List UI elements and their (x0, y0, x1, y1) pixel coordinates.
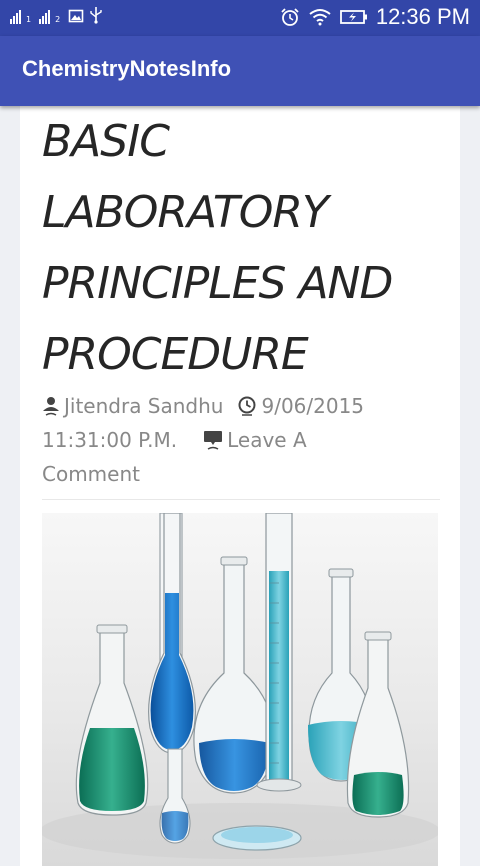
post-card: BASIC LABORATORY PRINCIPLES AND PROCEDUR… (20, 106, 460, 866)
app-title: ChemistryNotesInfo (22, 56, 232, 81)
sim-label: 1 (26, 15, 32, 24)
post-image[interactable] (42, 513, 438, 866)
signal-icon (39, 8, 51, 24)
image-icon (68, 9, 84, 23)
leave-comment-link[interactable]: Comment (42, 462, 140, 486)
title-line: PROCEDURE (42, 329, 309, 380)
status-right: 12:36 PM (280, 5, 470, 29)
app-bar: ChemistryNotesInfo (0, 36, 480, 106)
clock-icon (238, 396, 256, 416)
status-left: 1 2 (10, 6, 104, 24)
post-date: 9/06/2015 (261, 394, 365, 418)
title-line: LABORATORY (42, 187, 329, 238)
wifi-icon (309, 9, 331, 26)
alarm-icon (281, 8, 299, 26)
comment-icon (204, 431, 223, 450)
usb-icon (90, 7, 102, 24)
divider (42, 499, 440, 500)
author-link[interactable]: Jitendra Sandhu (64, 394, 223, 418)
title-line: PRINCIPLES AND (42, 258, 393, 309)
post-time: 11:31:00 P.M. (42, 428, 178, 452)
post-title[interactable]: BASIC LABORATORY PRINCIPLES AND PROCEDUR… (42, 106, 452, 390)
post-meta: Jitendra Sandhu 9/06/2015 11:31:00 P.M. Le… (42, 389, 442, 491)
lab-glassware-illustration (42, 513, 438, 866)
user-icon (43, 397, 59, 416)
sim-label: 2 (55, 15, 61, 24)
status-bar: 1 2 12:36 PM (0, 0, 480, 36)
signal-icon (10, 8, 21, 24)
title-line: BASIC (42, 116, 170, 167)
battery-charging-icon (339, 10, 367, 24)
status-time: 12:36 PM (375, 4, 470, 29)
leave-comment-link[interactable]: Leave A (227, 428, 307, 452)
